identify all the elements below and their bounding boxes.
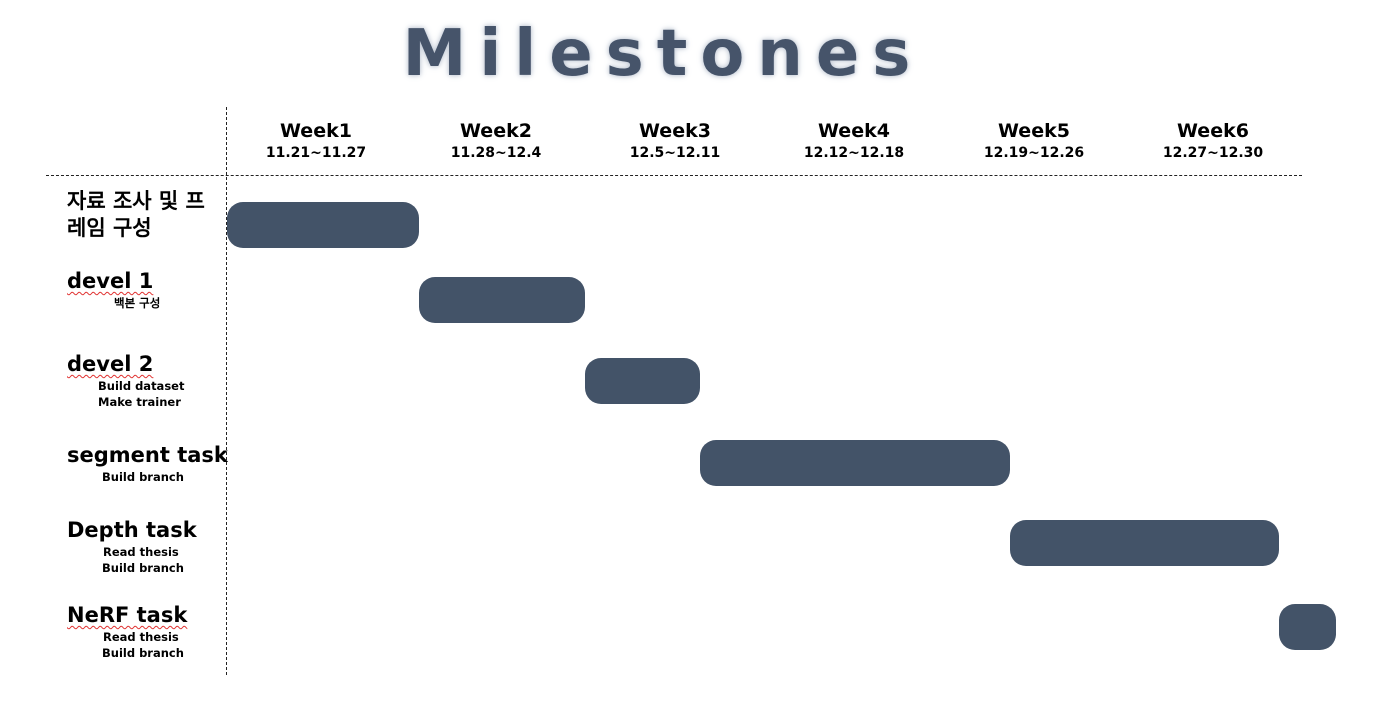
week-name: Week2	[460, 120, 532, 142]
task-title: devel 2	[67, 352, 154, 376]
task-title-line: 레임 구성	[67, 216, 152, 240]
task-label-nerf: NeRF task Read thesis Build branch	[67, 602, 187, 661]
week-column-1: Week1 11.21~11.27	[226, 118, 406, 162]
week-column-3: Week3 12.5~12.11	[585, 118, 765, 162]
task-title-line: 자료 조사 및 프	[67, 189, 205, 213]
task-subtask: Build dataset	[98, 379, 185, 393]
week-name: Week4	[818, 120, 890, 142]
task-title: NeRF task	[67, 602, 187, 629]
page-title: Milestones	[402, 17, 924, 91]
task-subtask: 백본 구성	[114, 296, 161, 310]
task-subtask: Read thesis	[103, 630, 179, 644]
week-column-6: Week6 12.27~12.30	[1123, 118, 1303, 162]
week-column-5: Week5 12.19~12.26	[944, 118, 1124, 162]
task-label-research: 자료 조사 및 프 레임 구성	[67, 188, 205, 242]
week-range: 12.27~12.30	[1162, 145, 1264, 161]
gantt-bar-depth	[1010, 520, 1279, 566]
gantt-bar-nerf	[1278, 604, 1337, 650]
week-name: Week5	[998, 120, 1070, 142]
week-column-2: Week2 11.28~12.4	[406, 118, 586, 162]
gantt-bar-devel-2	[585, 358, 701, 404]
gantt-bar-segment	[700, 440, 1011, 486]
task-title: Depth task	[67, 518, 197, 542]
task-title-text: NeRF task	[67, 603, 188, 627]
week-name: Week6	[1177, 120, 1249, 142]
task-label-devel-2: devel 2 Build dataset Make trainer	[67, 351, 184, 410]
task-label-segment: segment task Build branch	[67, 442, 228, 485]
week-range: 11.21~11.27	[265, 145, 367, 161]
task-subtask: Build branch	[102, 470, 184, 484]
timeline-vertical-divider	[226, 107, 227, 675]
week-range: 12.12~12.18	[803, 145, 905, 161]
week-range: 12.19~12.26	[983, 145, 1085, 161]
week-range: 12.5~12.11	[629, 145, 721, 161]
task-subtask: Make trainer	[98, 395, 181, 409]
task-label-depth: Depth task Read thesis Build branch	[67, 517, 197, 576]
task-subtask: Build branch	[102, 646, 184, 660]
gantt-bar-devel-1	[418, 277, 586, 323]
week-column-4: Week4 12.12~12.18	[764, 118, 944, 162]
task-label-devel-1: devel 1 백본 구성	[67, 268, 160, 311]
task-title: devel 1	[67, 269, 154, 293]
week-range: 11.28~12.4	[450, 145, 542, 161]
task-subtask: Build branch	[102, 561, 184, 575]
week-name: Week1	[280, 120, 352, 142]
task-title: segment task	[67, 443, 228, 467]
week-name: Week3	[639, 120, 711, 142]
timeline-header-divider	[46, 175, 1302, 176]
task-subtask: Read thesis	[103, 545, 179, 559]
gantt-bar-research	[227, 202, 419, 248]
